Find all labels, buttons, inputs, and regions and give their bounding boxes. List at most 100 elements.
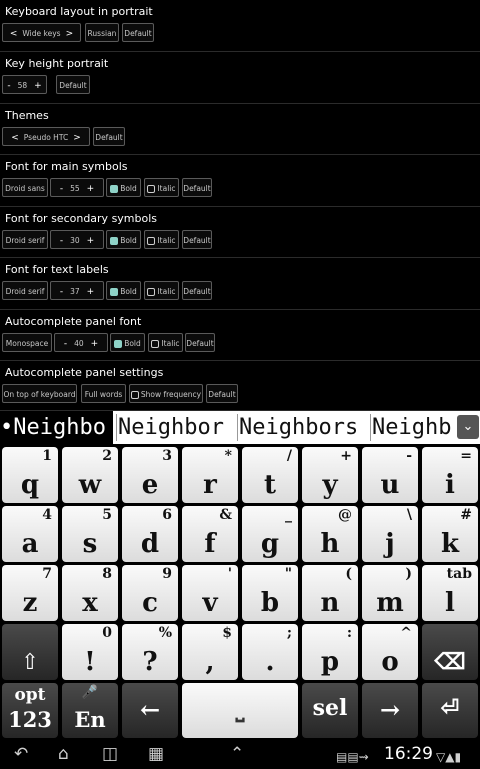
key-c[interactable]: 9c <box>122 565 178 621</box>
key-q[interactable]: 1q <box>2 447 58 503</box>
italic-checkbox[interactable]: Italic <box>144 230 179 249</box>
cursor-left-key[interactable]: ← <box>122 683 178 738</box>
bold-checkbox[interactable]: Bold <box>110 333 145 352</box>
checkbox-icon[interactable] <box>110 185 119 193</box>
plus-button[interactable]: + <box>34 81 42 91</box>
show-frequency-checkbox[interactable]: Show frequency <box>129 384 203 403</box>
italic-checkbox[interactable]: Italic <box>148 333 183 352</box>
number-stepper[interactable]: -58 + <box>2 75 47 94</box>
backspace-key[interactable]: ⌫ <box>422 624 478 680</box>
key-d[interactable]: 6d <box>122 506 178 562</box>
checkbox-icon[interactable] <box>147 185 156 193</box>
key-s[interactable]: 5s <box>62 506 118 562</box>
enter-key[interactable]: ⏎ <box>422 683 478 738</box>
space-key[interactable]: ⎵ <box>182 683 298 738</box>
bold-checkbox[interactable]: Bold <box>106 178 141 197</box>
key-i[interactable]: = i <box>422 447 478 503</box>
bold-checkbox[interactable]: Bold <box>106 281 141 300</box>
plus-button[interactable]: + <box>91 339 99 349</box>
checkbox-icon[interactable] <box>151 340 160 348</box>
screenshot-icon[interactable]: ▦ <box>148 744 164 764</box>
default-button[interactable]: Default <box>182 230 212 249</box>
chevron-left-icon[interactable]: < <box>11 133 19 143</box>
plus-button[interactable]: + <box>87 287 95 297</box>
key-b[interactable]: " b <box>242 565 298 621</box>
on-top-of-keyboard-button[interactable]: On top of keyboard <box>2 384 77 403</box>
checkbox-icon[interactable] <box>147 288 156 296</box>
number-stepper[interactable]: -40 + <box>54 333 108 352</box>
key-f[interactable]: & f <box>182 506 238 562</box>
key-x[interactable]: 8x <box>62 565 118 621</box>
key-z[interactable]: 7z <box>2 565 58 621</box>
back-icon[interactable]: ↶ <box>14 744 28 764</box>
checkbox-icon[interactable] <box>147 237 156 245</box>
default-button[interactable]: Default <box>182 281 212 300</box>
chevron-right-icon[interactable]: > <box>66 29 74 39</box>
chevron-left-icon[interactable]: < <box>10 29 18 39</box>
minus-button[interactable]: - <box>60 287 63 297</box>
italic-checkbox[interactable]: Italic <box>144 281 179 300</box>
key-h[interactable]: @ h <box>302 506 358 562</box>
number-stepper[interactable]: -30 + <box>50 230 104 249</box>
chevron-up-icon[interactable]: ⌃ <box>230 744 244 764</box>
checkbox-icon[interactable] <box>114 340 123 348</box>
key-t[interactable]: / t <box>242 447 298 503</box>
key-?[interactable]: %? <box>122 624 178 680</box>
key-g[interactable]: _ g <box>242 506 298 562</box>
default-button[interactable]: Default <box>93 127 125 146</box>
shift-key[interactable]: ⇧ <box>2 624 58 680</box>
key-p[interactable]: :p <box>302 624 358 680</box>
italic-checkbox[interactable]: Italic <box>144 178 179 197</box>
key-a[interactable]: 4a <box>2 506 58 562</box>
key-v[interactable]: ' v <box>182 565 238 621</box>
droid-serif-button[interactable]: Droid serif <box>2 281 48 300</box>
plus-button[interactable]: + <box>87 236 95 246</box>
monospace-button[interactable]: Monospace <box>2 333 52 352</box>
suggestion-item[interactable]: Neighb <box>372 411 456 444</box>
key-r[interactable]: * r <box>182 447 238 503</box>
default-button[interactable]: Default <box>206 384 238 403</box>
minus-button[interactable]: - <box>64 339 67 349</box>
checkbox-icon[interactable] <box>110 237 119 245</box>
droid-serif-button[interactable]: Droid serif <box>2 230 48 249</box>
key-l[interactable]: tab l <box>422 565 478 621</box>
full-words-button[interactable]: Full words <box>81 384 126 403</box>
recent-apps-icon[interactable]: ◫ <box>102 744 118 764</box>
minus-button[interactable]: - <box>60 184 63 194</box>
key-j[interactable]: \ j <box>362 506 418 562</box>
key-,[interactable]: $, <box>182 624 238 680</box>
key-o[interactable]: ^ o <box>362 624 418 680</box>
key-e[interactable]: 3e <box>122 447 178 503</box>
chevron-down-icon[interactable]: ⌄ <box>457 415 479 439</box>
key-.[interactable]: ;. <box>242 624 298 680</box>
key-m[interactable]: ) m <box>362 565 418 621</box>
droid-sans-button[interactable]: Droid sans <box>2 178 48 197</box>
minus-button[interactable]: - <box>60 236 63 246</box>
default-button[interactable]: Default <box>182 178 212 197</box>
bold-checkbox[interactable]: Bold <box>106 230 141 249</box>
key-![interactable]: 0! <box>62 624 118 680</box>
spinner-control[interactable]: < Pseudo HTC > <box>2 127 90 146</box>
minus-button[interactable]: - <box>7 81 10 91</box>
default-button[interactable]: Default <box>56 75 90 94</box>
key-y[interactable]: + y <box>302 447 358 503</box>
opt-123-key[interactable]: opt 123 <box>2 683 58 738</box>
key-w[interactable]: 2w <box>62 447 118 503</box>
default-button[interactable]: Default <box>122 23 154 42</box>
home-icon[interactable]: ⌂ <box>58 744 69 764</box>
language-key[interactable]: 🎤 En <box>62 683 118 738</box>
suggestion-item[interactable]: Neighbors <box>239 411 369 444</box>
key-n[interactable]: (n <box>302 565 358 621</box>
number-stepper[interactable]: -37 + <box>50 281 104 300</box>
suggestion-item[interactable]: Neighbor <box>118 411 236 444</box>
key-u[interactable]: -u <box>362 447 418 503</box>
checkbox-icon[interactable] <box>110 288 119 296</box>
cursor-right-key[interactable]: → <box>362 683 418 738</box>
number-stepper[interactable]: -55 + <box>50 178 104 197</box>
suggestion-current[interactable]: •Neighbo <box>0 411 113 444</box>
plus-button[interactable]: + <box>87 184 95 194</box>
chevron-right-icon[interactable]: > <box>73 133 81 143</box>
select-key[interactable]: sel <box>302 683 358 738</box>
key-k[interactable]: # k <box>422 506 478 562</box>
russian-button[interactable]: Russian <box>85 23 119 42</box>
